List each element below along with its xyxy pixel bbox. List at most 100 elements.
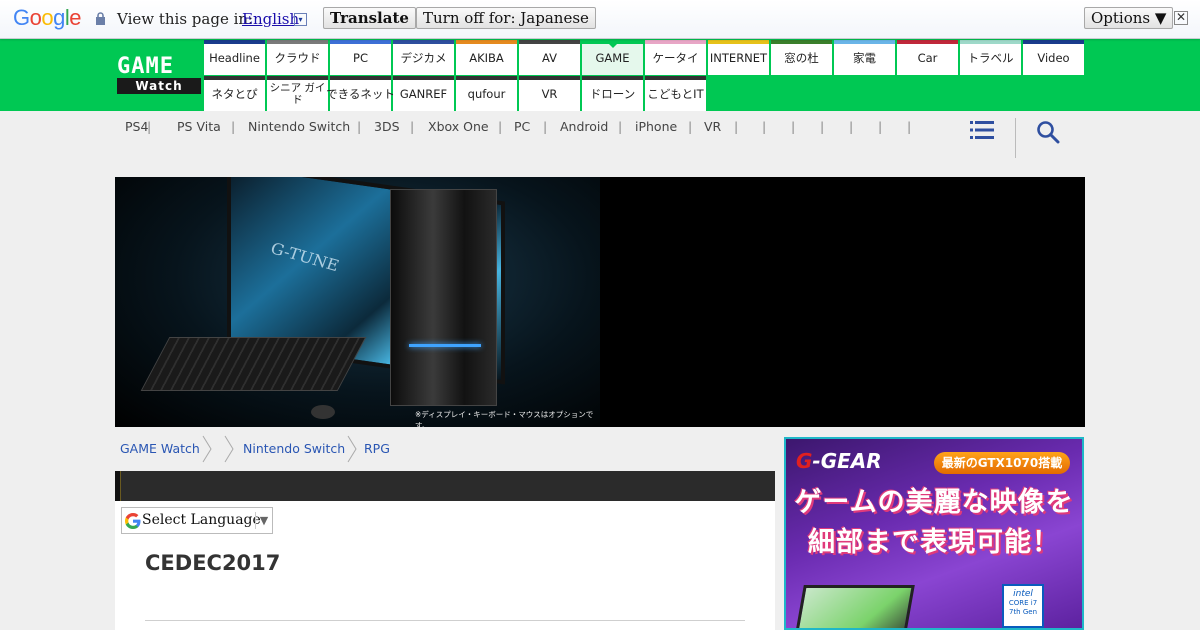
language-dropdown-arrow[interactable]: ▾: [294, 13, 307, 26]
nav-item-6[interactable]: GAME: [582, 40, 643, 75]
side-ad[interactable]: G-GEAR 最新のGTX1070搭載 ゲームの美麗な映像を 細部まで表現可能！…: [784, 437, 1084, 630]
intel-badge: intel CORE i7 7th Gen: [1002, 584, 1044, 628]
language-link[interactable]: English: [242, 10, 299, 28]
nav-item-7[interactable]: ケータイ: [645, 40, 706, 75]
nav-item-label: Car: [917, 50, 938, 65]
mouse-image: [311, 405, 335, 419]
subnav-item-3[interactable]: 3DS: [374, 119, 400, 134]
chevron-down-icon: ▼: [255, 512, 272, 529]
monitor-brand-text: G-TUNE: [270, 238, 340, 276]
nav-item-0[interactable]: Headline: [204, 40, 265, 75]
nav2-item-3[interactable]: GANREF: [393, 76, 454, 111]
nav-item-label: トラベル: [967, 50, 1014, 65]
turn-off-button[interactable]: Turn off for: Japanese: [416, 7, 596, 29]
subnav-item-1[interactable]: PS Vita: [177, 119, 221, 134]
intel-brand: intel: [1013, 589, 1033, 599]
breadcrumb-item-0[interactable]: GAME Watch: [120, 441, 200, 456]
nav-item-label: Headline: [209, 50, 260, 65]
nav-item-label: 家電: [853, 50, 876, 65]
subnav-separator: |: [147, 119, 152, 134]
nav-item-label: Video: [1037, 50, 1070, 65]
nav-item-label: 窓の杜: [784, 50, 819, 65]
subnav-separator: |: [849, 119, 854, 134]
nav2-item-4[interactable]: qufour: [456, 76, 517, 111]
nav-item-color-bar: [456, 40, 517, 44]
nav-item-color-bar: [204, 76, 265, 80]
options-button[interactable]: Options ▼: [1084, 7, 1174, 29]
site-logo[interactable]: GAME Watch: [117, 56, 201, 96]
ad-badge: 最新のGTX1070搭載: [934, 452, 1070, 474]
subnav-item-6[interactable]: Android: [560, 119, 608, 134]
nav-item-12[interactable]: トラベル: [960, 40, 1021, 75]
nav-item-13[interactable]: Video: [1023, 40, 1084, 75]
nav-item-color-bar: [267, 40, 328, 44]
nav-item-11[interactable]: Car: [897, 40, 958, 75]
chevron-right-icon: [202, 435, 212, 463]
nav-item-label: こどもとIT: [647, 86, 704, 101]
chevron-right-icon: [347, 435, 357, 463]
nav-item-2[interactable]: PC: [330, 40, 391, 75]
nav-item-label: PC: [353, 50, 368, 65]
ad-copy-line1: ゲームの美麗な映像を: [794, 487, 1074, 518]
nav-item-label: ケータイ: [652, 50, 699, 65]
nav-item-color-bar: [582, 76, 643, 80]
subnav-separator: |: [410, 119, 415, 134]
nav-item-color-bar: [267, 76, 328, 80]
nav2-item-2[interactable]: できるネット: [326, 76, 395, 111]
nav-item-3[interactable]: デジカメ: [393, 40, 454, 75]
nav2-item-5[interactable]: VR: [519, 76, 580, 111]
subnav-item-0[interactable]: PS4: [125, 119, 148, 134]
nav2-item-1[interactable]: シニア ガイド: [267, 76, 328, 111]
subnav-separator: |: [791, 119, 796, 134]
breadcrumb-item-3[interactable]: RPG: [364, 441, 390, 456]
nav-item-10[interactable]: 家電: [834, 40, 895, 75]
subnav-item-4[interactable]: Xbox One: [428, 119, 489, 134]
nav-item-label: GANREF: [399, 86, 448, 101]
search-icon[interactable]: [1036, 120, 1060, 144]
intel-model: CORE i7: [1008, 599, 1038, 607]
nav-item-label: ドローン: [589, 86, 636, 101]
nav-item-9[interactable]: 窓の杜: [771, 40, 832, 75]
nav-item-label: VR: [541, 86, 558, 101]
nav-item-label: ネタとぴ: [211, 86, 258, 101]
ad-copy-line2: 細部まで表現可能！: [808, 527, 1060, 558]
nav-item-color-bar: [330, 40, 391, 44]
breadcrumb-item-2[interactable]: Nintendo Switch: [243, 441, 345, 456]
language-selector[interactable]: Select Language ▼: [121, 507, 273, 534]
subnav-separator: |: [543, 119, 548, 134]
nav-item-label: AKIBA: [469, 50, 504, 65]
close-icon[interactable]: ✕: [1174, 11, 1188, 25]
subnav-separator: |: [498, 119, 503, 134]
banner-note: ※ディスプレイ・キーボード・マウスはオプションです。: [415, 410, 594, 427]
ad-brand: G-GEAR: [796, 449, 882, 473]
subnav-item-8[interactable]: VR: [704, 119, 721, 134]
translate-button[interactable]: Translate: [323, 7, 416, 29]
language-selector-label: Select Language: [142, 512, 261, 528]
subnav-item-5[interactable]: PC: [514, 119, 530, 134]
nav-item-color-bar: [771, 40, 832, 44]
nav-item-1[interactable]: クラウド: [267, 40, 328, 75]
nav-item-color-bar: [330, 76, 391, 80]
nav-item-color-bar: [960, 40, 1021, 44]
subnav-item-7[interactable]: iPhone: [635, 119, 677, 134]
nav-item-color-bar: [708, 40, 769, 44]
laptop-image: [792, 585, 915, 628]
ad-banner[interactable]: G-TUNE ※ディスプレイ・キーボード・マウスはオプションです。: [115, 177, 1085, 427]
nav2-item-0[interactable]: ネタとぴ: [204, 76, 265, 111]
pc-tower-image: [390, 189, 497, 406]
logo-top-text: GAME: [117, 56, 201, 78]
logo-bottom-text: Watch: [117, 78, 201, 94]
nav-item-5[interactable]: AV: [519, 40, 580, 75]
nav2-item-7[interactable]: こどもとIT: [645, 76, 706, 111]
subnav-separator: |: [357, 119, 362, 134]
menu-icon[interactable]: [970, 121, 994, 139]
nav-item-label: シニア ガイド: [269, 81, 326, 106]
nav-item-8[interactable]: INTERNET: [708, 40, 769, 75]
subnav-separator: |: [734, 119, 739, 134]
nav-item-color-bar: [393, 76, 454, 80]
nav-item-4[interactable]: AKIBA: [456, 40, 517, 75]
lock-icon: [96, 12, 105, 25]
nav2-item-6[interactable]: ドローン: [582, 76, 643, 111]
subnav-item-2[interactable]: Nintendo Switch: [248, 119, 350, 134]
nav-item-color-bar: [204, 40, 265, 44]
